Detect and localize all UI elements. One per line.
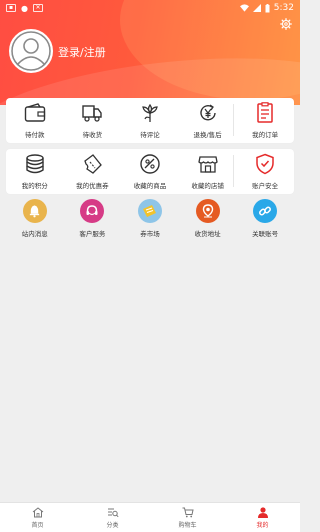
- nav-cart-label: 购物车: [178, 522, 197, 529]
- truck-icon: [82, 105, 103, 122]
- site-messages-label: 站内消息: [21, 230, 48, 238]
- linked-accounts-button[interactable]: 关联账号: [236, 196, 294, 238]
- mail-icon: ✕: [32, 4, 43, 12]
- location-icon: [202, 204, 213, 218]
- coins-icon: [26, 154, 44, 174]
- wifi-icon: [239, 4, 249, 12]
- my-points-button[interactable]: 我的积分: [6, 149, 64, 194]
- profile-header: ▪ ● ✕ 5:32 登录/注册: [0, 0, 300, 105]
- customer-service-circle: [80, 199, 105, 223]
- nav-category-label: 分类: [106, 522, 119, 529]
- collected-goods-button[interactable]: 收藏的商品: [121, 149, 179, 194]
- settings-icon[interactable]: [280, 18, 292, 30]
- ticket-icon: [143, 205, 157, 217]
- order-list-icon: [257, 102, 273, 123]
- linked-accounts-label: 关联账号: [252, 230, 279, 238]
- my-points-label: 我的积分: [21, 182, 48, 190]
- my-orders-button[interactable]: 我的订单: [233, 98, 294, 143]
- customer-service-button[interactable]: 客户服务: [64, 196, 122, 238]
- yen-return-icon: [199, 104, 216, 121]
- coupon-market-button[interactable]: 券市场: [121, 196, 179, 238]
- bell-icon: [30, 205, 40, 218]
- link-icon: [259, 206, 272, 216]
- return-aftersale-label: 退换/售后: [193, 131, 222, 139]
- shipping-address-label: 收货地址: [194, 230, 221, 238]
- pending-payment-label: 待付款: [25, 131, 45, 139]
- coupon-market-label: 券市场: [140, 230, 160, 238]
- pending-payment-button[interactable]: 待付款: [6, 98, 64, 143]
- collected-stores-label: 收藏的店铺: [191, 182, 224, 190]
- site-messages-circle: [22, 199, 47, 223]
- services-row: 站内消息 客户服务 券市场 收货地址 关联账号: [6, 196, 294, 243]
- shipping-address-button[interactable]: 收货地址: [179, 196, 237, 238]
- nav-home-label: 首页: [31, 522, 44, 529]
- my-coupons-button[interactable]: 我的优惠券: [64, 149, 122, 194]
- app-notification-icon: ●: [21, 3, 28, 13]
- notification-icon: ▪: [6, 4, 16, 12]
- customer-service-label: 客户服务: [79, 230, 106, 238]
- account-security-button[interactable]: 账户安全: [233, 149, 294, 194]
- coupon-market-circle: [137, 199, 162, 223]
- pending-review-button[interactable]: 待评论: [121, 98, 179, 143]
- linked-accounts-circle: [253, 199, 278, 223]
- category-search-icon: [107, 508, 119, 518]
- signal-icon: [252, 4, 261, 12]
- site-messages-button[interactable]: 站内消息: [6, 196, 64, 238]
- nav-mine-label: 我的: [256, 522, 269, 529]
- avatar[interactable]: [9, 29, 53, 73]
- nav-home[interactable]: 首页: [0, 503, 75, 532]
- collected-stores-button[interactable]: 收藏的店铺: [179, 149, 237, 194]
- bottom-nav: 首页 分类 购物车 我的: [0, 502, 300, 532]
- my-coupons-label: 我的优惠券: [76, 182, 109, 190]
- nav-cart[interactable]: 购物车: [150, 503, 225, 532]
- login-register-link[interactable]: 登录/注册: [58, 44, 106, 60]
- shipping-address-circle: [195, 199, 220, 223]
- person-icon: [257, 507, 268, 518]
- battery-icon: [265, 3, 270, 12]
- home-icon: [32, 507, 43, 518]
- assets-card: 我的积分 我的优惠券 收藏的商品 收藏的店铺 账户安全: [6, 149, 294, 194]
- nav-category[interactable]: 分类: [75, 503, 150, 532]
- pending-review-label: 待评论: [140, 131, 160, 139]
- collect-goods-icon: [140, 154, 160, 174]
- wallet-icon: [24, 103, 45, 122]
- return-aftersale-button[interactable]: 退换/售后: [179, 98, 237, 143]
- collected-goods-label: 收藏的商品: [133, 182, 167, 190]
- status-time: 5:32: [273, 3, 294, 13]
- cart-icon: [182, 507, 194, 518]
- pending-receipt-label: 待收货: [82, 131, 103, 139]
- store-icon: [197, 156, 218, 173]
- flower-icon: [142, 103, 158, 122]
- pending-receipt-button[interactable]: 待收货: [64, 98, 122, 143]
- coupon-icon: [84, 154, 103, 174]
- orders-card: 待付款 待收货 待评论 退换/售后 我的订单: [6, 98, 294, 143]
- status-bar: ▪ ● ✕ 5:32: [0, 0, 300, 16]
- my-orders-label: 我的订单: [252, 131, 279, 139]
- user-avatar-icon: [11, 31, 51, 71]
- account-security-label: 账户安全: [252, 182, 279, 190]
- headset-icon: [86, 205, 98, 216]
- shield-icon: [256, 153, 274, 175]
- nav-mine[interactable]: 我的: [225, 503, 300, 532]
